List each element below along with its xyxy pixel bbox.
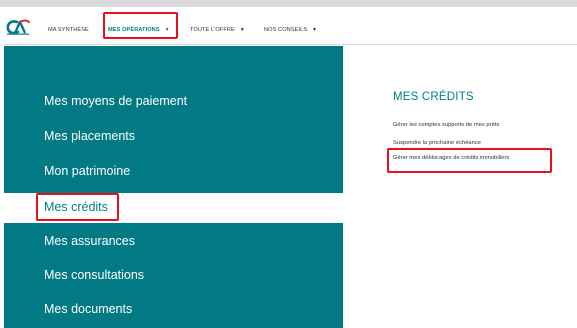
left-menu-panel	[4, 46, 343, 328]
credits-panel-title: MES CRÉDITS	[393, 91, 474, 103]
credit-link-comptes-supports[interactable]: Gérer les comptes supports de mes prêts	[393, 122, 499, 128]
menu-item-consultations[interactable]: Mes consultations	[44, 268, 144, 282]
nav-toute-loffre[interactable]: TOUTE L'OFFRE ▼	[190, 27, 245, 33]
menu-item-documents[interactable]: Mes documents	[44, 302, 132, 316]
nav-ma-synthese[interactable]: MA SYNTHÈSE	[48, 27, 89, 33]
top-navigation-bar: MA SYNTHÈSE MES OPÉRATIONS ▼ TOUTE L'OFF…	[0, 0, 577, 46]
ca-logo-icon[interactable]	[6, 19, 30, 35]
menu-item-credits[interactable]: Mes crédits	[44, 200, 108, 214]
menu-item-moyens-paiement[interactable]: Mes moyens de paiement	[44, 94, 187, 108]
nav-nos-conseils-label: NOS CONSEILS	[264, 27, 308, 33]
chevron-down-icon: ▼	[312, 27, 318, 33]
chevron-down-icon: ▼	[239, 27, 245, 33]
nav-mes-operations-label: MES OPÉRATIONS	[108, 27, 160, 33]
nav-mes-operations[interactable]: MES OPÉRATIONS ▼	[108, 27, 170, 33]
menu-item-patrimoine[interactable]: Mon patrimoine	[44, 164, 130, 178]
chevron-down-icon: ▼	[164, 27, 170, 33]
menu-item-placements[interactable]: Mes placements	[44, 129, 135, 143]
nav-nos-conseils[interactable]: NOS CONSEILS ▼	[264, 27, 317, 33]
credit-link-deblocages-credits[interactable]: Gérer mes déblocages de crédits immobili…	[393, 155, 509, 161]
menu-item-assurances[interactable]: Mes assurances	[44, 234, 135, 248]
nav-ma-synthese-label: MA SYNTHÈSE	[48, 27, 89, 33]
nav-toute-loffre-label: TOUTE L'OFFRE	[190, 27, 235, 33]
nav-divider	[4, 44, 577, 45]
credit-link-suspendre-echeance[interactable]: Suspendre la prochaine échéance	[393, 140, 481, 146]
